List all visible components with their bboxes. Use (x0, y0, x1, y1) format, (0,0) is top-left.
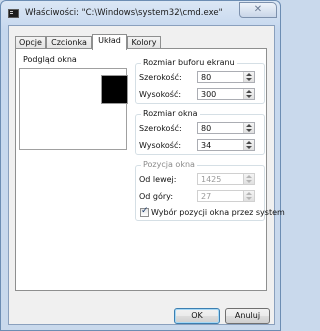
dialog-body: Opcje Czcionka Układ Kolory Podgląd okna… (8, 25, 285, 325)
window-width-value[interactable]: 80 (201, 124, 211, 133)
title-bar[interactable]: Właściwości: "C:\Windows\system32\cmd.ex… (1, 1, 280, 25)
preview-console-window (101, 75, 128, 104)
arrow-up-icon[interactable] (246, 141, 252, 144)
close-icon: ✕ (253, 4, 263, 15)
arrow-up-icon[interactable] (246, 124, 252, 127)
buffer-height-arrows[interactable] (243, 89, 254, 99)
window-size-group: Rozmiar okna Szerokość: 80 Wysokość: 34 (135, 109, 265, 155)
console-icon[interactable] (8, 9, 19, 18)
buffer-width-value[interactable]: 80 (201, 73, 211, 82)
arrow-down-icon[interactable] (246, 95, 252, 98)
window-title: Właściwości: "C:\Windows\system32\cmd.ex… (25, 8, 223, 18)
system-position-label[interactable]: Wybór pozycji okna przez system (151, 208, 285, 217)
buffer-width-spinner[interactable]: 80 (197, 71, 255, 83)
buffer-height-value[interactable]: 300 (201, 90, 216, 99)
arrow-down-icon[interactable] (246, 78, 252, 81)
window-position-title: Pozycja okna (141, 160, 197, 169)
ok-button[interactable]: OK (174, 308, 220, 324)
buffer-size-group: Rozmiar buforu ekranu Szerokość: 80 Wyso… (135, 58, 265, 104)
buffer-width-label: Szerokość: (139, 73, 182, 82)
buffer-height-label: Wysokość: (139, 90, 182, 99)
position-left-label: Od lewej: (139, 175, 177, 184)
system-position-checkbox[interactable] (140, 206, 149, 217)
arrow-down-icon[interactable] (246, 146, 252, 149)
position-top-spinner[interactable]: 27 (197, 190, 255, 202)
window-width-label: Szerokość: (139, 124, 182, 133)
window-position-group: Pozycja okna Od lewej: 1425 Od góry: 27 … (135, 160, 285, 221)
position-top-arrows[interactable] (243, 191, 254, 201)
arrow-up-icon[interactable] (246, 192, 252, 195)
arrow-down-icon[interactable] (246, 197, 252, 200)
window-height-value[interactable]: 34 (201, 141, 211, 150)
window-preview (19, 68, 128, 150)
tab-uklad[interactable]: Układ (92, 34, 127, 50)
window-height-spinner[interactable]: 34 (197, 139, 255, 151)
window-width-arrows[interactable] (243, 123, 254, 133)
arrow-up-icon[interactable] (246, 73, 252, 76)
position-left-value[interactable]: 1425 (201, 175, 221, 184)
layout-tab-panel: Podgląd okna Rozmiar buforu ekranu Szero… (15, 48, 285, 291)
window-height-label: Wysokość: (139, 141, 182, 150)
cancel-button[interactable]: Anuluj (225, 308, 270, 324)
buffer-height-spinner[interactable]: 300 (197, 88, 255, 100)
position-top-value[interactable]: 27 (201, 192, 211, 201)
position-left-arrows[interactable] (243, 174, 254, 184)
buffer-size-title: Rozmiar buforu ekranu (141, 58, 237, 67)
arrow-up-icon[interactable] (246, 175, 252, 178)
arrow-up-icon[interactable] (246, 90, 252, 93)
buffer-width-arrows[interactable] (243, 72, 254, 82)
close-button[interactable]: ✕ (239, 2, 277, 18)
position-top-label: Od góry: (139, 192, 174, 201)
preview-label: Podgląd okna (23, 55, 77, 64)
properties-window: Właściwości: "C:\Windows\system32\cmd.ex… (0, 0, 285, 331)
arrow-down-icon[interactable] (246, 180, 252, 183)
position-left-spinner[interactable]: 1425 (197, 173, 255, 185)
window-width-spinner[interactable]: 80 (197, 122, 255, 134)
window-height-arrows[interactable] (243, 140, 254, 150)
window-size-title: Rozmiar okna (141, 109, 200, 118)
arrow-down-icon[interactable] (246, 129, 252, 132)
